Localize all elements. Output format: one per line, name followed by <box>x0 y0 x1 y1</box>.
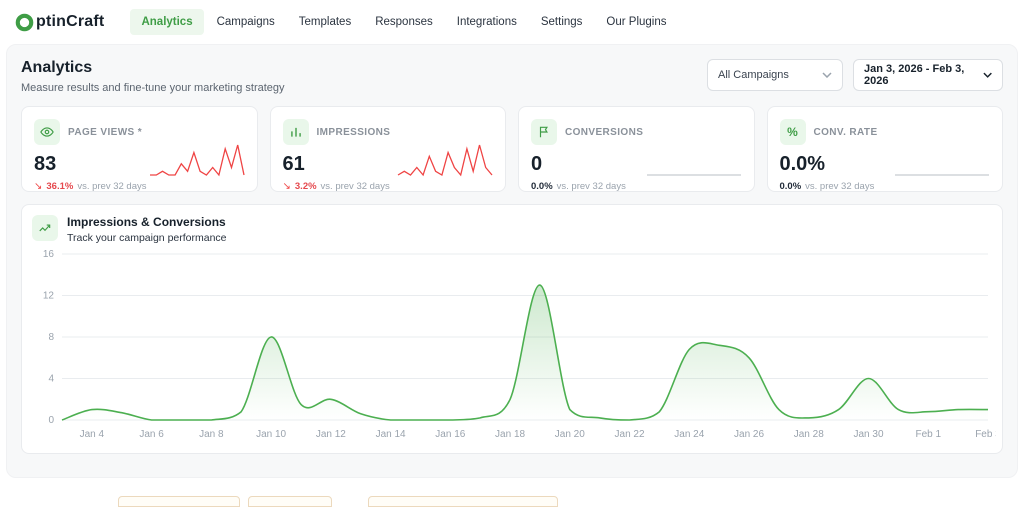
svg-text:Feb 1: Feb 1 <box>915 429 941 440</box>
stat-delta: ↘ 3.2% vs. prev 32 days <box>283 181 494 192</box>
svg-text:Jan 26: Jan 26 <box>734 429 764 440</box>
svg-text:Jan 4: Jan 4 <box>80 429 105 440</box>
svg-text:12: 12 <box>43 291 55 302</box>
trend-down-icon: ↘ <box>283 182 291 192</box>
delta-note: vs. prev 32 days <box>321 181 390 192</box>
date-range-value: Jan 3, 2026 - Feb 3, 2026 <box>864 63 983 87</box>
svg-text:Jan 22: Jan 22 <box>615 429 645 440</box>
date-range-picker[interactable]: Jan 3, 2026 - Feb 3, 2026 <box>853 59 1003 91</box>
chart-title: Impressions & Conversions <box>67 215 227 229</box>
trend-down-icon: ↘ <box>34 182 42 192</box>
bar-chart-icon <box>283 119 309 145</box>
delta-value: 0.0% <box>531 181 553 192</box>
stat-label: CONVERSIONS <box>565 127 643 138</box>
svg-text:Jan 6: Jan 6 <box>139 429 164 440</box>
nav-item-campaigns[interactable]: Campaigns <box>206 9 286 35</box>
stat-delta: 0.0% vs. prev 32 days <box>531 181 742 192</box>
chevron-down-icon <box>822 72 832 78</box>
cutoff-element <box>248 496 332 507</box>
delta-note: vs. prev 32 days <box>77 181 146 192</box>
nav-item-integrations[interactable]: Integrations <box>446 9 528 35</box>
cutoff-element <box>368 496 558 507</box>
flag-icon <box>531 119 557 145</box>
stat-label: IMPRESSIONS <box>317 127 391 138</box>
top-navbar: ptinCraft Analytics Campaigns Templates … <box>0 0 1024 44</box>
analytics-section: Analytics Measure results and fine-tune … <box>6 44 1018 478</box>
delta-note: vs. prev 32 days <box>805 181 874 192</box>
svg-text:Jan 12: Jan 12 <box>316 429 346 440</box>
eye-icon <box>34 119 60 145</box>
page-subtitle: Measure results and fine-tune your marke… <box>21 82 285 94</box>
stat-label: CONV. RATE <box>814 127 878 138</box>
trending-up-icon <box>32 215 58 241</box>
percent-icon: % <box>780 119 806 145</box>
stat-card-conv-rate: % CONV. RATE 0.0% 0.0% vs. prev 32 days <box>767 106 1004 192</box>
campaign-performance-chart: 0 4 8 12 16 Jan 4 Jan 6 Jan 8 Jan 10 Jan 12 Jan 14… <box>32 246 996 446</box>
delta-value: 0.0% <box>780 181 802 192</box>
svg-text:0: 0 <box>48 415 54 426</box>
svg-text:Feb 3: Feb 3 <box>975 429 996 440</box>
cutoff-element <box>118 496 240 507</box>
nav-item-settings[interactable]: Settings <box>530 9 594 35</box>
sparkline <box>894 139 990 179</box>
page-header: Analytics Measure results and fine-tune … <box>21 59 1003 94</box>
stat-card-page-views: PAGE VIEWS * 83 ↘ 36.1% vs. prev 32 days <box>21 106 258 192</box>
delta-note: vs. prev 32 days <box>557 181 626 192</box>
svg-text:Jan 18: Jan 18 <box>495 429 525 440</box>
top-nav: Analytics Campaigns Templates Responses … <box>130 9 677 35</box>
nav-item-templates[interactable]: Templates <box>288 9 362 35</box>
nav-item-our-plugins[interactable]: Our Plugins <box>595 9 677 35</box>
impressions-conversions-card: Impressions & Conversions Track your cam… <box>21 204 1003 454</box>
stat-delta: 0.0% vs. prev 32 days <box>780 181 991 192</box>
stat-card-impressions: IMPRESSIONS 61 ↘ 3.2% vs. prev 32 days <box>270 106 507 192</box>
chart-subtitle: Track your campaign performance <box>67 232 227 244</box>
svg-text:4: 4 <box>48 374 54 385</box>
delta-value: 3.2% <box>295 181 317 192</box>
delta-value: 36.1% <box>46 181 73 192</box>
svg-text:Jan 8: Jan 8 <box>199 429 224 440</box>
stat-label: PAGE VIEWS * <box>68 127 142 138</box>
nav-item-responses[interactable]: Responses <box>364 9 444 35</box>
sparkline <box>397 139 493 179</box>
svg-text:Jan 10: Jan 10 <box>256 429 286 440</box>
svg-text:16: 16 <box>43 249 55 260</box>
logo[interactable]: ptinCraft <box>14 12 104 32</box>
logo-o-icon <box>14 12 34 32</box>
svg-text:8: 8 <box>48 332 54 343</box>
svg-text:Jan 24: Jan 24 <box>674 429 704 440</box>
svg-text:Jan 28: Jan 28 <box>794 429 824 440</box>
footer-strip <box>0 478 1024 503</box>
sparkline <box>646 139 742 179</box>
stat-delta: ↘ 36.1% vs. prev 32 days <box>34 181 245 192</box>
svg-text:Jan 16: Jan 16 <box>435 429 465 440</box>
campaign-select-value: All Campaigns <box>718 69 789 81</box>
stat-card-conversions: CONVERSIONS 0 0.0% vs. prev 32 days <box>518 106 755 192</box>
nav-item-analytics[interactable]: Analytics <box>130 9 203 35</box>
campaign-select[interactable]: All Campaigns <box>707 59 843 91</box>
svg-text:Jan 14: Jan 14 <box>376 429 406 440</box>
svg-text:Jan 20: Jan 20 <box>555 429 585 440</box>
stats-row: PAGE VIEWS * 83 ↘ 36.1% vs. prev 32 days… <box>21 106 1003 192</box>
chart-header: Impressions & Conversions Track your cam… <box>32 215 992 244</box>
filter-controls: All Campaigns Jan 3, 2026 - Feb 3, 2026 <box>707 59 1003 91</box>
sparkline <box>149 139 245 179</box>
page-title: Analytics <box>21 59 285 77</box>
logo-text: ptinCraft <box>36 13 104 31</box>
svg-text:Jan 30: Jan 30 <box>854 429 884 440</box>
chevron-down-icon <box>983 72 992 78</box>
